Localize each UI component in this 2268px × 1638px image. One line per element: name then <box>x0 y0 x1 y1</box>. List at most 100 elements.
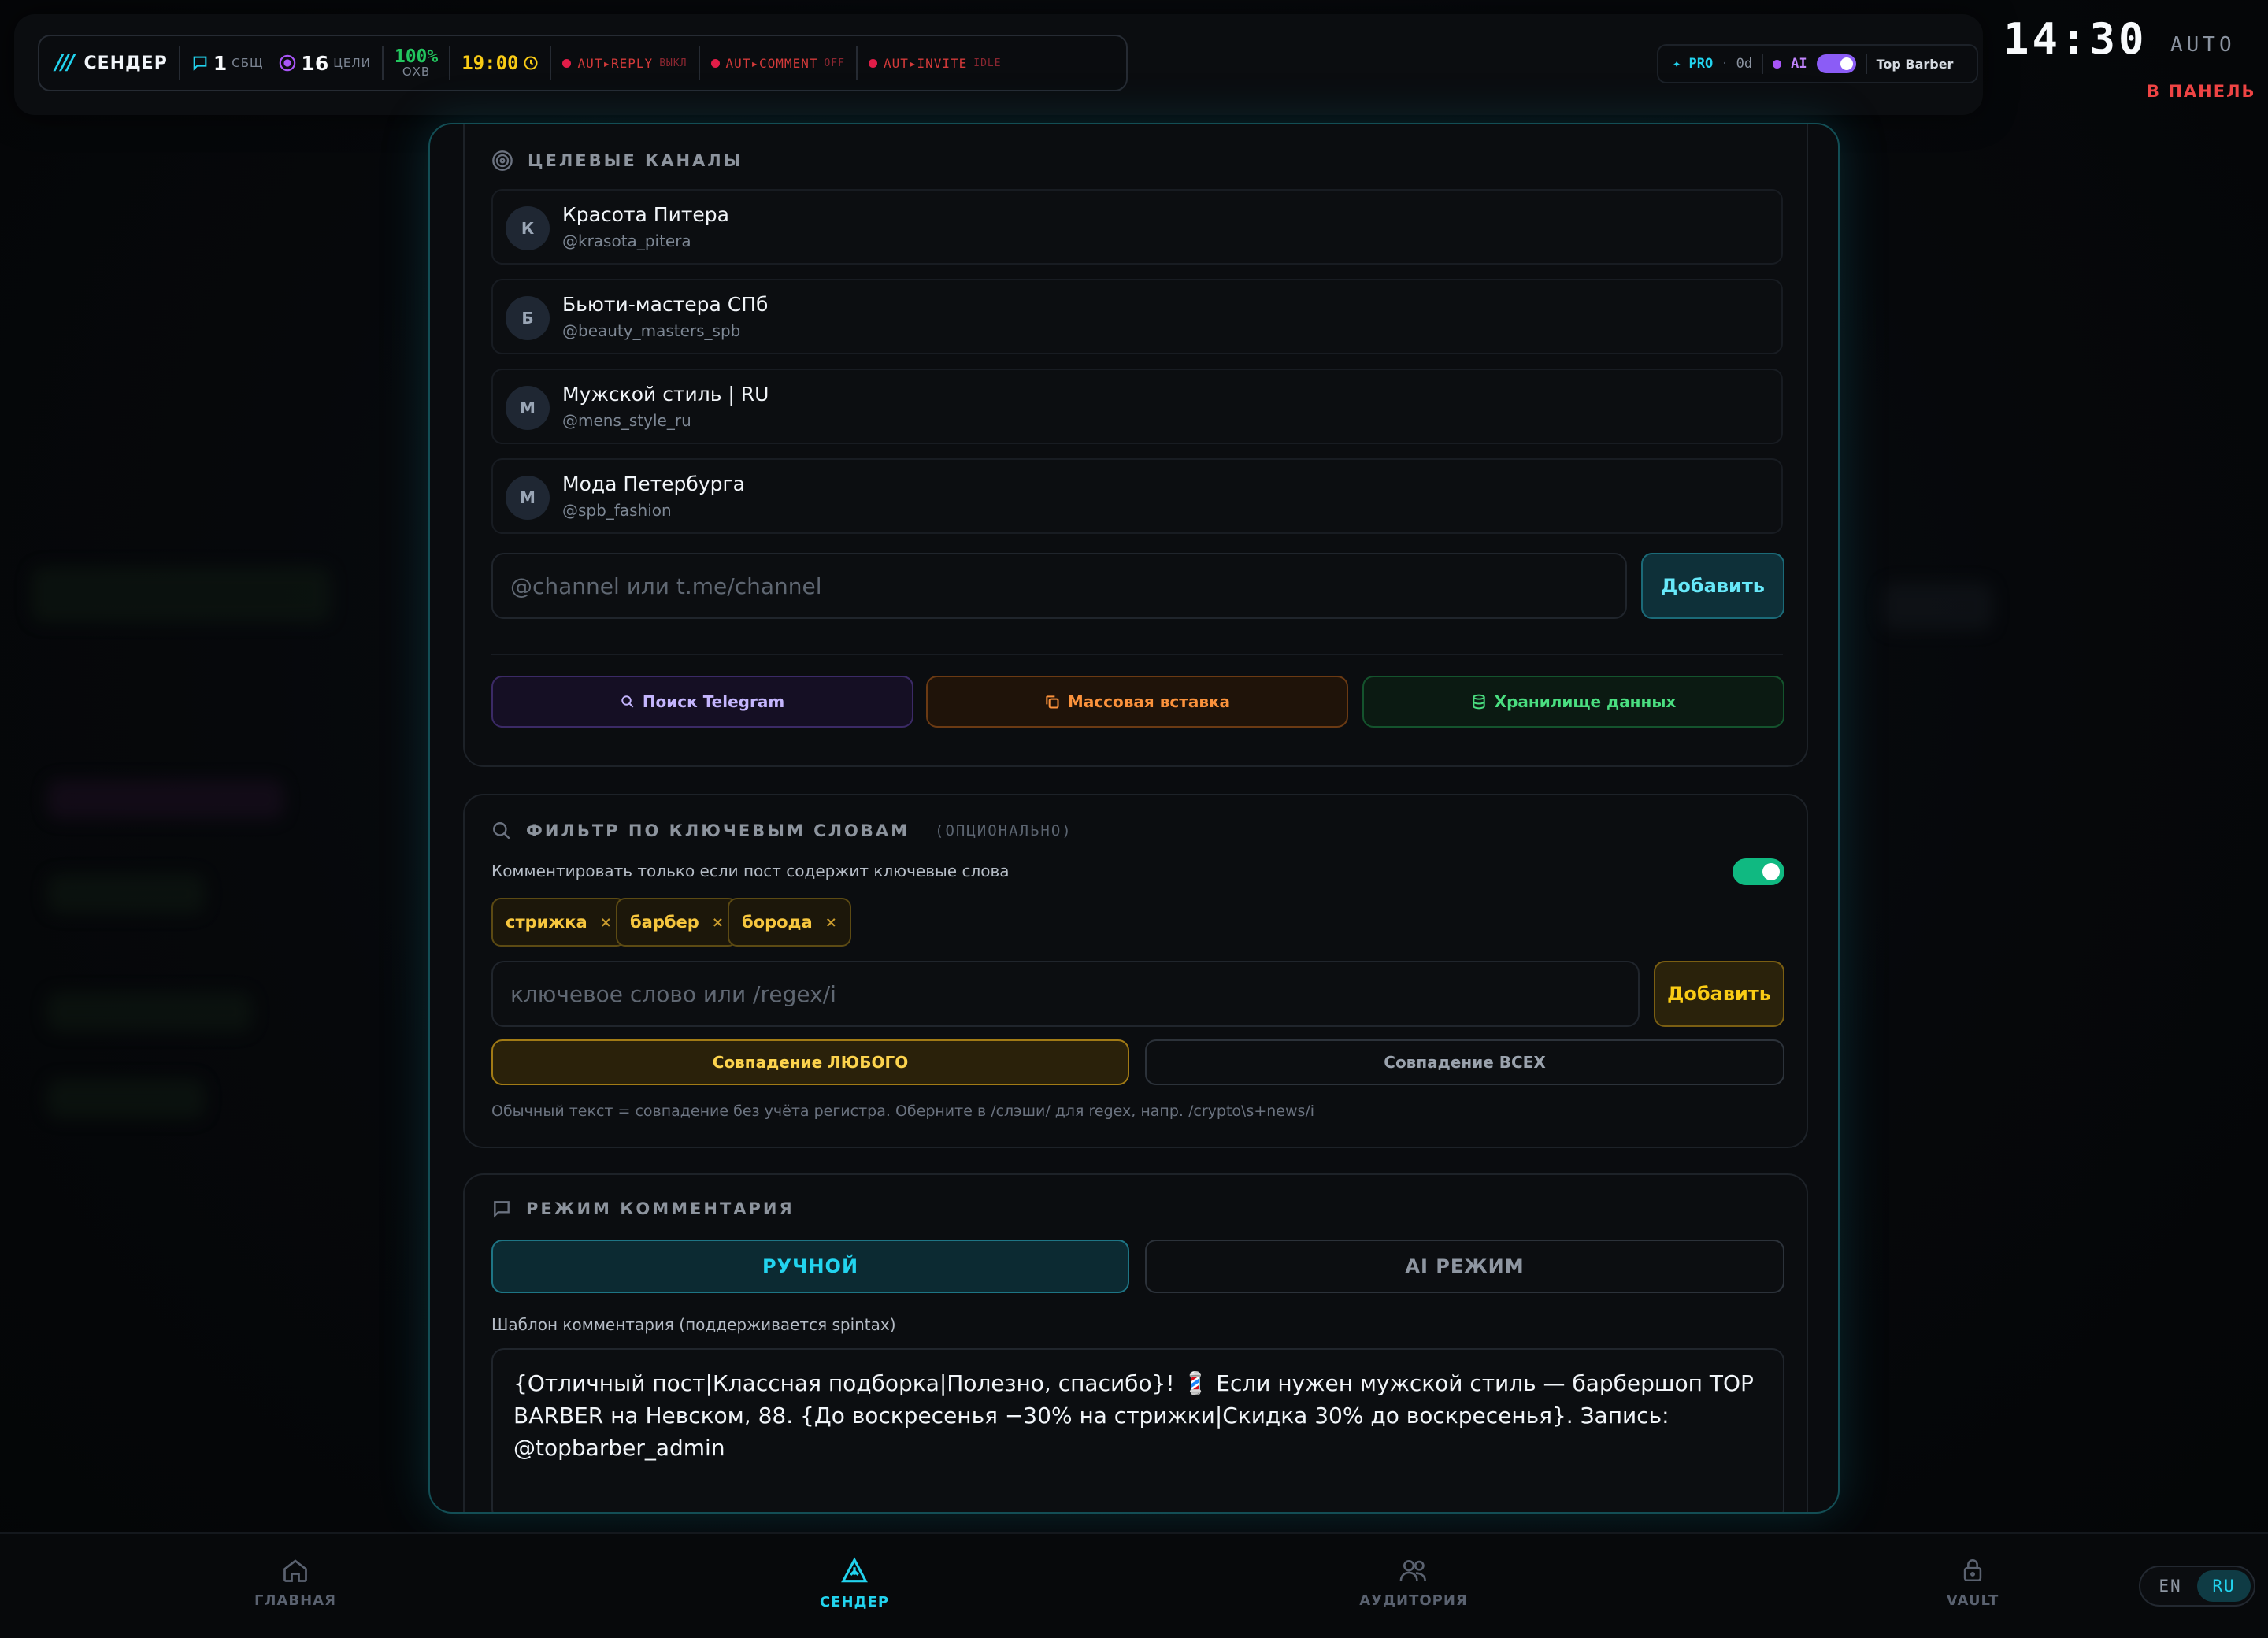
match-all-label: Совпадение ВСЕХ <box>1384 1053 1546 1072</box>
account-name[interactable]: Top Barber <box>1877 57 1954 72</box>
schedule-time-value: 19:00 <box>461 52 519 74</box>
auto-comment-status[interactable]: AUT▸COMMENT OFF <box>710 55 845 71</box>
data-storage-label: Хранилище данных <box>1494 692 1677 711</box>
pro-bar: ✦ PRO · 0d AI Top Barber <box>1657 44 1978 83</box>
avatar: М <box>506 386 550 430</box>
avatar: М <box>506 476 550 520</box>
channel-name: Красота Питера <box>562 203 729 226</box>
auto-comment-label: AUT▸COMMENT <box>725 55 818 71</box>
telegram-search-button[interactable]: Поиск Telegram <box>491 676 914 728</box>
auto-invite-label: AUT▸INVITE <box>883 55 968 71</box>
tab-ai-mode[interactable]: AI РЕЖИМ <box>1145 1240 1784 1293</box>
auto-reply-label: AUT▸REPLY <box>577 55 654 71</box>
match-all-button[interactable]: Совпадение ВСЕХ <box>1145 1040 1784 1085</box>
nav-item-home[interactable]: ГЛАВНАЯ <box>217 1556 374 1609</box>
pro-days: 0d <box>1736 56 1753 72</box>
regex-hint: Обычный текст = совпадение без учёта рег… <box>491 1102 1315 1120</box>
schedule-time[interactable]: 19:00 <box>461 52 539 74</box>
search-icon <box>493 822 510 839</box>
sender-panel: ЦЕЛЕВЫЕ КАНАЛЫ К Красота Питера @krasota… <box>428 123 1840 1514</box>
channel-handle: @spb_fashion <box>562 501 672 520</box>
nav-item-label: ГЛАВНАЯ <box>254 1592 336 1609</box>
background-blur-shape <box>47 780 284 819</box>
keyword-filter-toggle[interactable] <box>1732 858 1784 885</box>
comment-template-textarea[interactable]: {Отличный пост|Классная подборка|Полезно… <box>491 1348 1784 1512</box>
background-blur-shape <box>47 874 205 914</box>
coverage-stat: 100% ОХВ <box>395 47 438 79</box>
channel-input[interactable]: @channel или t.me/channel <box>491 553 1627 619</box>
copy-icon <box>1046 695 1059 709</box>
search-icon <box>621 695 634 708</box>
section-title: ЦЕЛЕВЫЕ КАНАЛЫ <box>528 151 743 170</box>
bottom-nav: ГЛАВНАЯ СЕНДЕР АУДИТОРИЯ VAULT EN RU <box>0 1532 2268 1638</box>
panel-link[interactable]: В ПАНЕЛЬ <box>2147 82 2256 101</box>
triangle-icon <box>841 1557 868 1583</box>
channel-item[interactable]: К Красота Питера @krasota_pitera <box>491 189 1783 265</box>
divider <box>1865 54 1867 74</box>
ai-toggle-knob <box>1840 57 1853 70</box>
bulk-paste-button[interactable]: Массовая вставка <box>926 676 1348 728</box>
users-icon <box>1399 1559 1426 1581</box>
messages-label: СБЩ <box>232 56 264 70</box>
comment-mode-card: РЕЖИМ КОММЕНТАРИЯ РУЧНОЙ AI РЕЖИМ Шаблон… <box>463 1173 1808 1512</box>
match-any-button[interactable]: Совпадение ЛЮБОГО <box>491 1040 1129 1085</box>
nav-item-label: АУДИТОРИЯ <box>1359 1592 1468 1609</box>
lang-option-en[interactable]: EN <box>2144 1570 2197 1602</box>
status-dot-icon <box>562 58 572 68</box>
add-channel-button-label: Добавить <box>1661 575 1765 597</box>
match-any-label: Совпадение ЛЮБОГО <box>712 1053 909 1072</box>
target-icon <box>492 150 513 171</box>
add-keyword-button[interactable]: Добавить <box>1654 961 1784 1027</box>
lang-option-ru[interactable]: RU <box>2197 1570 2251 1602</box>
add-channel-button[interactable]: Добавить <box>1641 553 1784 619</box>
channel-item[interactable]: Б Бьюти-мастера СПб @beauty_masters_spb <box>491 279 1783 354</box>
targets-stat: 16 ЦЕЛИ <box>279 52 370 75</box>
nav-item-audience[interactable]: АУДИТОРИЯ <box>1335 1556 1492 1609</box>
divider <box>1762 54 1764 74</box>
remove-tag-icon[interactable]: × <box>600 914 612 931</box>
template-label: Шаблон комментария (поддерживается spint… <box>491 1315 896 1334</box>
card-header: РЕЖИМ КОММЕНТАРИЯ <box>491 1199 795 1219</box>
chat-icon <box>494 1201 510 1218</box>
home-icon <box>284 1559 307 1582</box>
divider <box>491 654 1783 655</box>
tab-manual[interactable]: РУЧНОЙ <box>491 1240 1129 1293</box>
keyword-tag-label: барбер <box>630 913 699 932</box>
status-dot-icon <box>710 58 720 68</box>
target-channels-card: ЦЕЛЕВЫЕ КАНАЛЫ К Красота Питера @krasota… <box>463 124 1808 767</box>
pro-badge[interactable]: ✦ PRO <box>1673 56 1713 72</box>
lock-icon <box>1963 1559 1982 1582</box>
channel-name: Мужской стиль | RU <box>562 383 769 406</box>
nav-item-label: VAULT <box>1946 1592 1999 1609</box>
divider <box>698 46 700 80</box>
database-icon <box>1473 694 1485 710</box>
channel-item[interactable]: М Мужской стиль | RU @mens_style_ru <box>491 369 1783 444</box>
remove-tag-icon[interactable]: × <box>825 914 837 931</box>
ai-dot-icon <box>1773 59 1782 69</box>
nav-item-label: СЕНДЕР <box>819 1594 890 1610</box>
auto-reply-state: ВЫКЛ <box>659 57 687 69</box>
channel-input-placeholder: @channel или t.me/channel <box>510 573 822 599</box>
mode-label: AUTO <box>2170 33 2236 57</box>
status-bar: /// СЕНДЕР 1 СБЩ 16 ЦЕЛИ 100% ОХВ 19:00 … <box>38 35 1128 91</box>
data-storage-button[interactable]: Хранилище данных <box>1362 676 1784 728</box>
tab-ai-mode-label: AI РЕЖИМ <box>1405 1255 1525 1277</box>
keyword-tag: барбер × <box>616 898 738 947</box>
ai-toggle[interactable] <box>1816 54 1856 73</box>
keyword-input-placeholder: ключевое слово или /regex/i <box>510 980 836 1007</box>
keyword-input[interactable]: ключевое слово или /regex/i <box>491 961 1640 1027</box>
comment-template-text: {Отличный пост|Классная подборка|Полезно… <box>513 1370 1754 1461</box>
background-blur-shape <box>1882 583 1992 630</box>
channel-item[interactable]: М Мода Петербурга @spb_fashion <box>491 458 1783 534</box>
auto-reply-status[interactable]: AUT▸REPLY ВЫКЛ <box>562 56 687 71</box>
remove-tag-icon[interactable]: × <box>712 914 724 931</box>
section-title: ФИЛЬТР ПО КЛЮЧЕВЫМ СЛОВАМ <box>526 821 910 840</box>
clock: 14:30 <box>2003 14 2148 64</box>
nav-item-sender[interactable]: СЕНДЕР <box>776 1556 933 1610</box>
card-header: ФИЛЬТР ПО КЛЮЧЕВЫМ СЛОВАМ (ОПЦИОНАЛЬНО) <box>491 821 1073 841</box>
language-switcher: EN RU <box>2139 1566 2255 1606</box>
auto-invite-status[interactable]: AUT▸INVITE IDLE <box>868 55 1002 71</box>
nav-item-vault[interactable]: VAULT <box>1894 1556 2051 1609</box>
section-title: РЕЖИМ КОММЕНТАРИЯ <box>526 1199 795 1218</box>
target-icon <box>280 54 296 72</box>
